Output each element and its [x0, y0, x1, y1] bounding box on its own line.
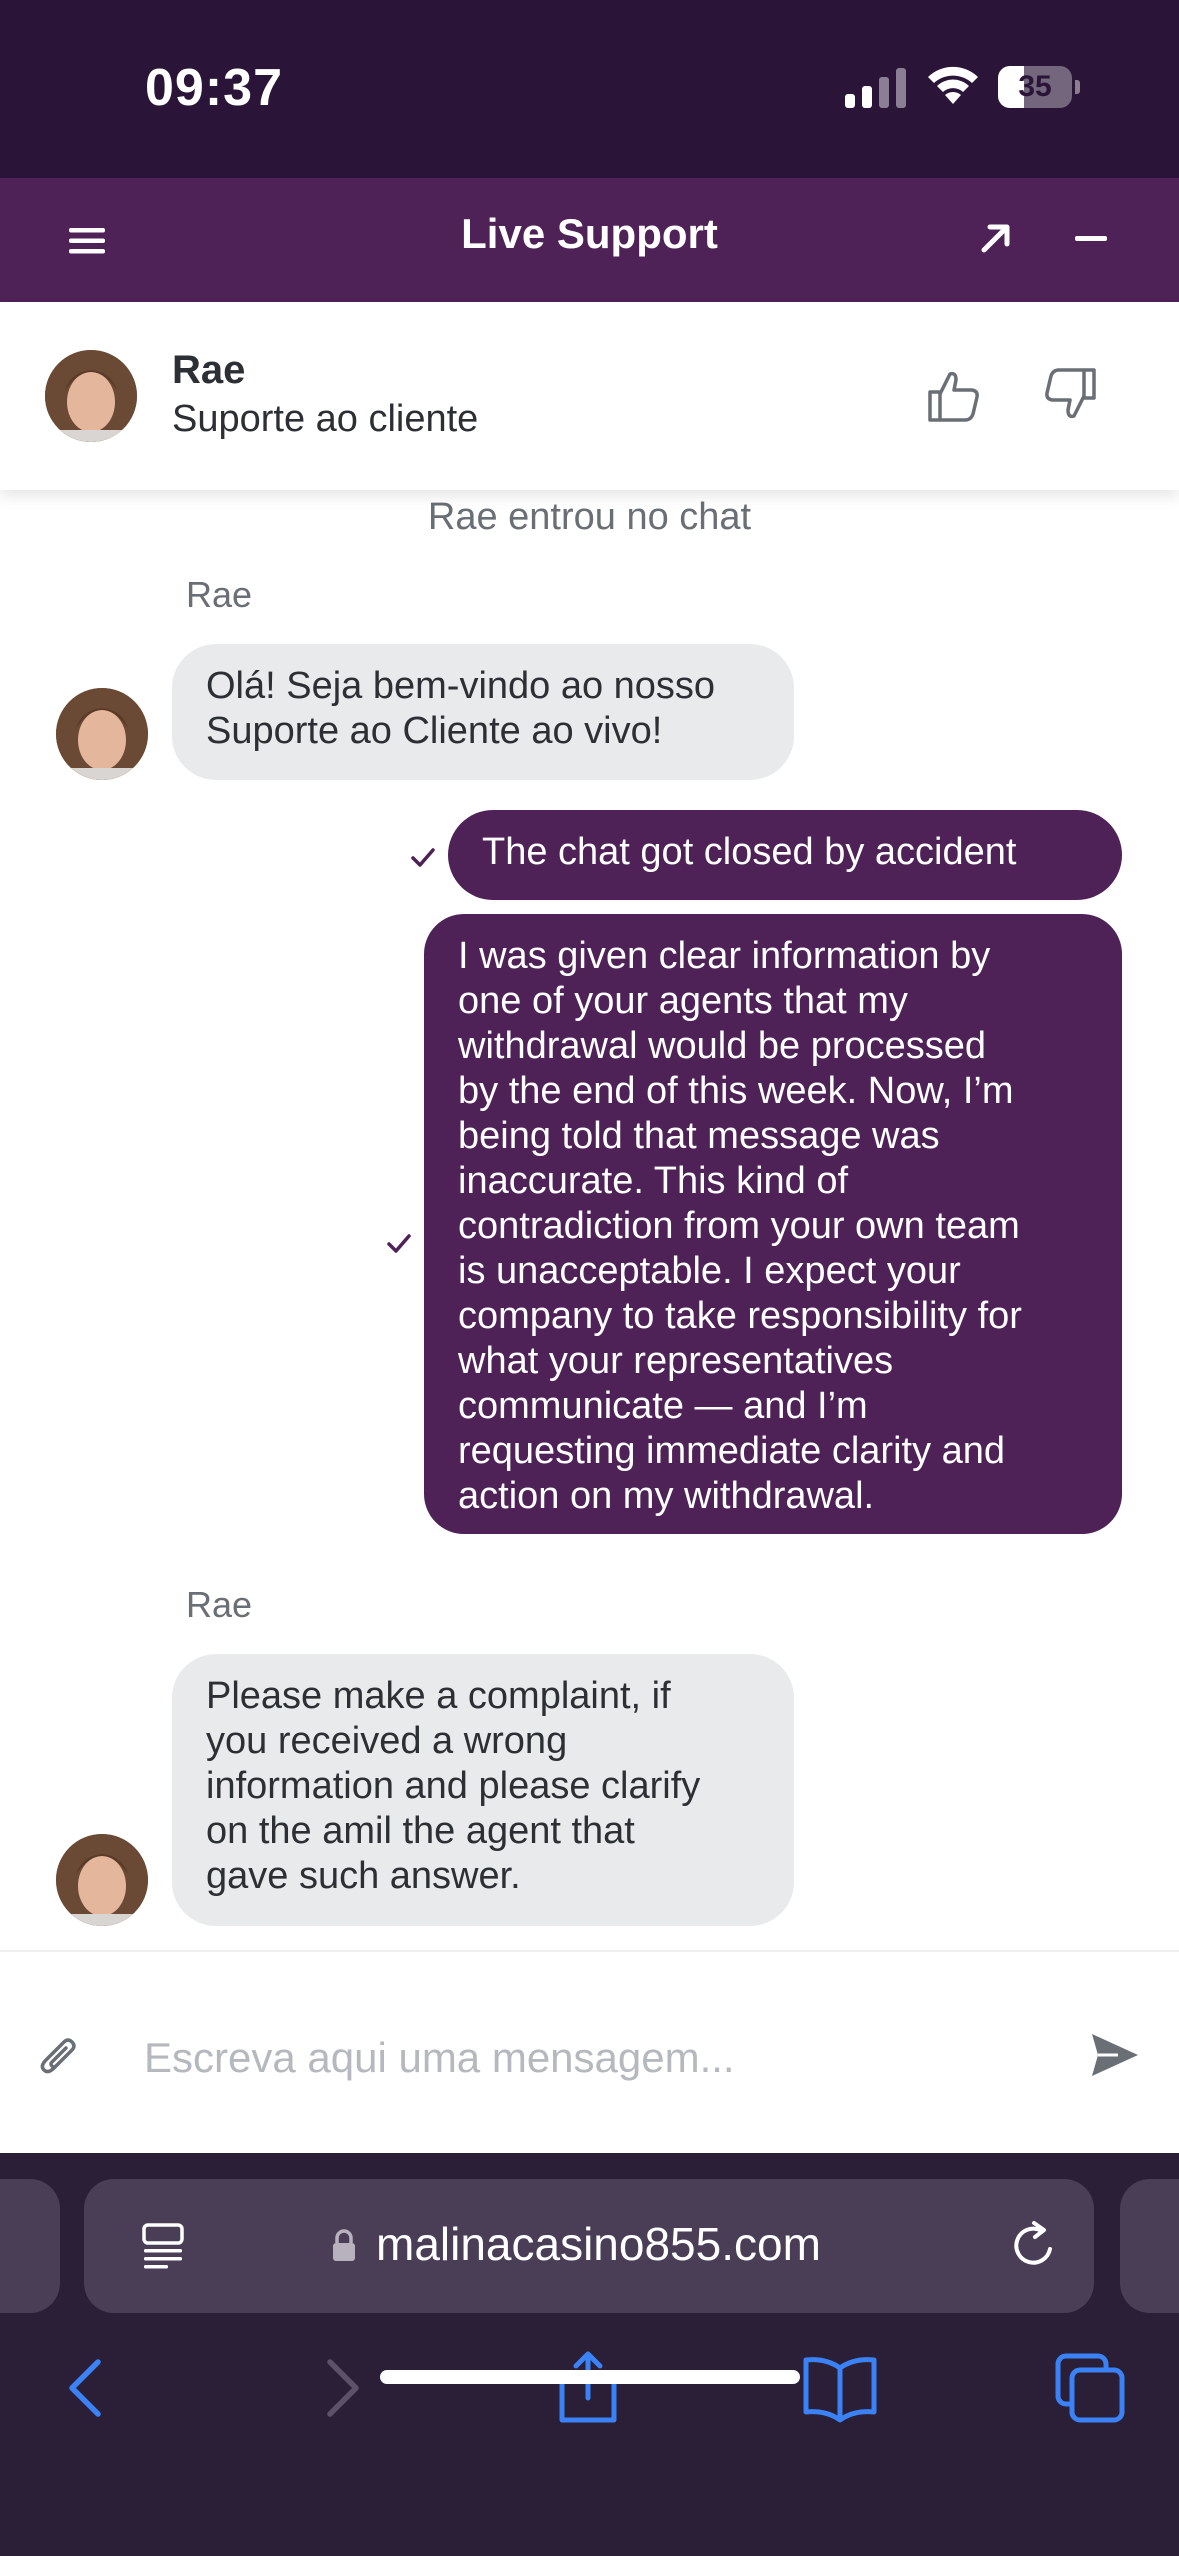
agent-bar: Rae Suporte ao cliente	[0, 302, 1179, 490]
paperclip-icon[interactable]	[36, 2032, 80, 2082]
message-composer	[0, 1950, 1179, 2153]
tabs-icon[interactable]	[1050, 2348, 1130, 2428]
avatar	[45, 350, 137, 442]
forward-icon[interactable]	[300, 2348, 380, 2428]
agent-name: Rae	[172, 348, 246, 392]
incoming-message: Olá! Seja bem-vindo ao nosso Suporte ao …	[172, 644, 794, 780]
message-sender: Rae	[186, 574, 253, 615]
arrow-up-right-icon[interactable]	[970, 212, 1022, 264]
checkmark-icon	[387, 1234, 411, 1253]
message-sender: Rae	[186, 1584, 253, 1625]
thumbs-down-icon[interactable]	[1040, 364, 1102, 426]
status-bar: 09:37 35	[0, 0, 1179, 178]
system-message: Rae entrou no chat	[427, 496, 752, 538]
address-bar[interactable]: malinacasino855.com	[84, 2179, 1094, 2313]
outgoing-message: The chat got closed by accident	[448, 810, 1122, 900]
send-icon[interactable]	[1088, 2028, 1142, 2082]
reload-icon[interactable]	[1004, 2215, 1064, 2275]
incoming-message: Please make a complaint, if you received…	[172, 1654, 794, 1926]
status-time: 09:37	[145, 59, 283, 117]
battery-level: 35	[1018, 70, 1052, 103]
reader-icon[interactable]	[136, 2219, 190, 2273]
browser-toolbar: malinacasino855.com	[0, 2153, 1179, 2556]
chat-messages[interactable]: Rae entrou no chat Rae Olá! Seja bem-vin…	[0, 490, 1179, 1950]
share-icon[interactable]	[548, 2348, 628, 2428]
previous-tab[interactable]	[0, 2179, 60, 2313]
cellular-signal-icon	[845, 68, 906, 108]
next-tab[interactable]	[1120, 2179, 1179, 2313]
outgoing-message: I was given clear information by one of …	[424, 914, 1122, 1534]
agent-role: Suporte ao cliente	[172, 398, 479, 440]
chat-header: Live Support	[0, 178, 1179, 302]
avatar	[56, 688, 148, 780]
battery-icon: 35	[998, 66, 1080, 108]
bookmarks-icon[interactable]	[800, 2348, 880, 2428]
checkmark-icon	[411, 848, 435, 867]
minus-icon[interactable]	[1065, 212, 1117, 264]
message-input[interactable]	[144, 2018, 1044, 2098]
url-text: malinacasino855.com	[376, 2218, 821, 2270]
thumbs-up-icon[interactable]	[922, 364, 984, 426]
lock-icon	[333, 2229, 355, 2261]
home-indicator[interactable]	[380, 2370, 800, 2384]
avatar	[56, 1834, 148, 1926]
back-icon[interactable]	[48, 2348, 128, 2428]
wifi-icon	[928, 66, 978, 104]
